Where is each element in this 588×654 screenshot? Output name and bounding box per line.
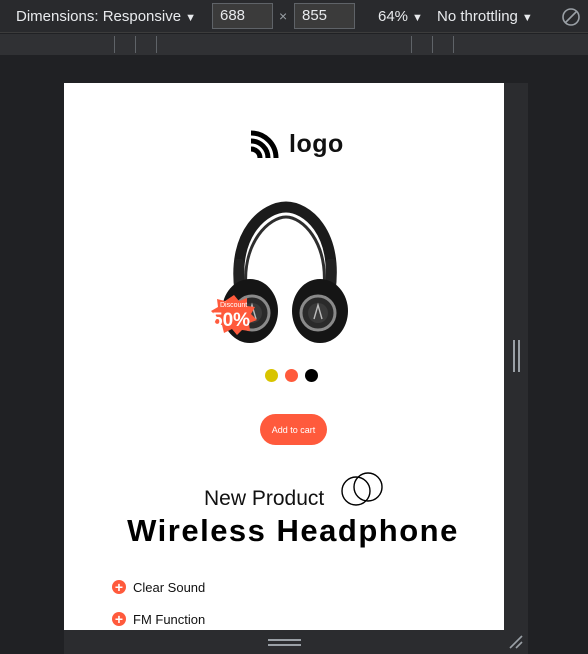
ruler-tick xyxy=(453,36,454,53)
feature-item: + Clear Sound xyxy=(112,579,205,595)
discount-percent: 50% xyxy=(212,310,251,331)
color-option-orange[interactable] xyxy=(285,369,298,382)
feature-item: + FM Function xyxy=(112,611,205,627)
corner-resize-handle[interactable] xyxy=(508,634,524,650)
ruler-tick xyxy=(156,36,157,53)
new-product-label: New Product xyxy=(204,487,325,510)
throttling-dropdown[interactable]: No throttling ▼ xyxy=(437,0,533,33)
throttling-label: No throttling xyxy=(437,8,518,25)
ruler-tick xyxy=(411,36,412,53)
feature-label: Clear Sound xyxy=(133,579,206,595)
color-selector xyxy=(265,369,318,382)
overlapping-circles-icon xyxy=(341,472,383,506)
rotate-icon[interactable] xyxy=(560,6,582,28)
chevron-down-icon: ▼ xyxy=(185,12,196,24)
ruler-tick xyxy=(432,36,433,53)
plus-circle-icon: + xyxy=(112,612,126,626)
plus-circle-icon: + xyxy=(112,580,126,594)
ruler-tick xyxy=(114,36,115,53)
chevron-down-icon: ▼ xyxy=(412,12,423,24)
color-option-yellow[interactable] xyxy=(265,369,278,382)
zoom-dropdown[interactable]: 64% ▼ xyxy=(378,0,423,33)
add-to-cart-button[interactable]: Add to cart xyxy=(260,414,327,445)
site-logo[interactable]: logo xyxy=(248,127,344,161)
chevron-down-icon: ▼ xyxy=(521,12,533,24)
ruler-tick xyxy=(135,36,136,53)
dimensions-dropdown[interactable]: Dimensions: Responsive ▼ xyxy=(16,0,196,33)
times-separator: × xyxy=(279,8,288,24)
product-title: Wireless Headphone xyxy=(127,513,459,548)
wifi-logo-icon xyxy=(250,130,279,159)
color-option-black[interactable] xyxy=(305,369,318,382)
dimensions-label: Dimensions: Responsive xyxy=(16,8,182,25)
logo-text: logo xyxy=(289,129,344,158)
zoom-label: 64% xyxy=(378,8,409,25)
device-toolbar: Dimensions: Responsive ▼ 688 × 855 64% ▼ N… xyxy=(0,0,588,33)
width-input[interactable]: 688 xyxy=(212,3,273,29)
height-input[interactable]: 855 xyxy=(294,3,355,29)
height-resize-handle[interactable] xyxy=(268,639,301,646)
discount-label: Discount xyxy=(220,302,248,309)
media-query-bar[interactable] xyxy=(0,34,588,55)
discount-badge: Discount 50% xyxy=(210,295,258,335)
feature-label: FM Function xyxy=(133,611,206,627)
width-resize-handle[interactable] xyxy=(513,340,520,372)
emulated-viewport: logo Discount 50% Add to cart New Produc… xyxy=(64,83,504,630)
